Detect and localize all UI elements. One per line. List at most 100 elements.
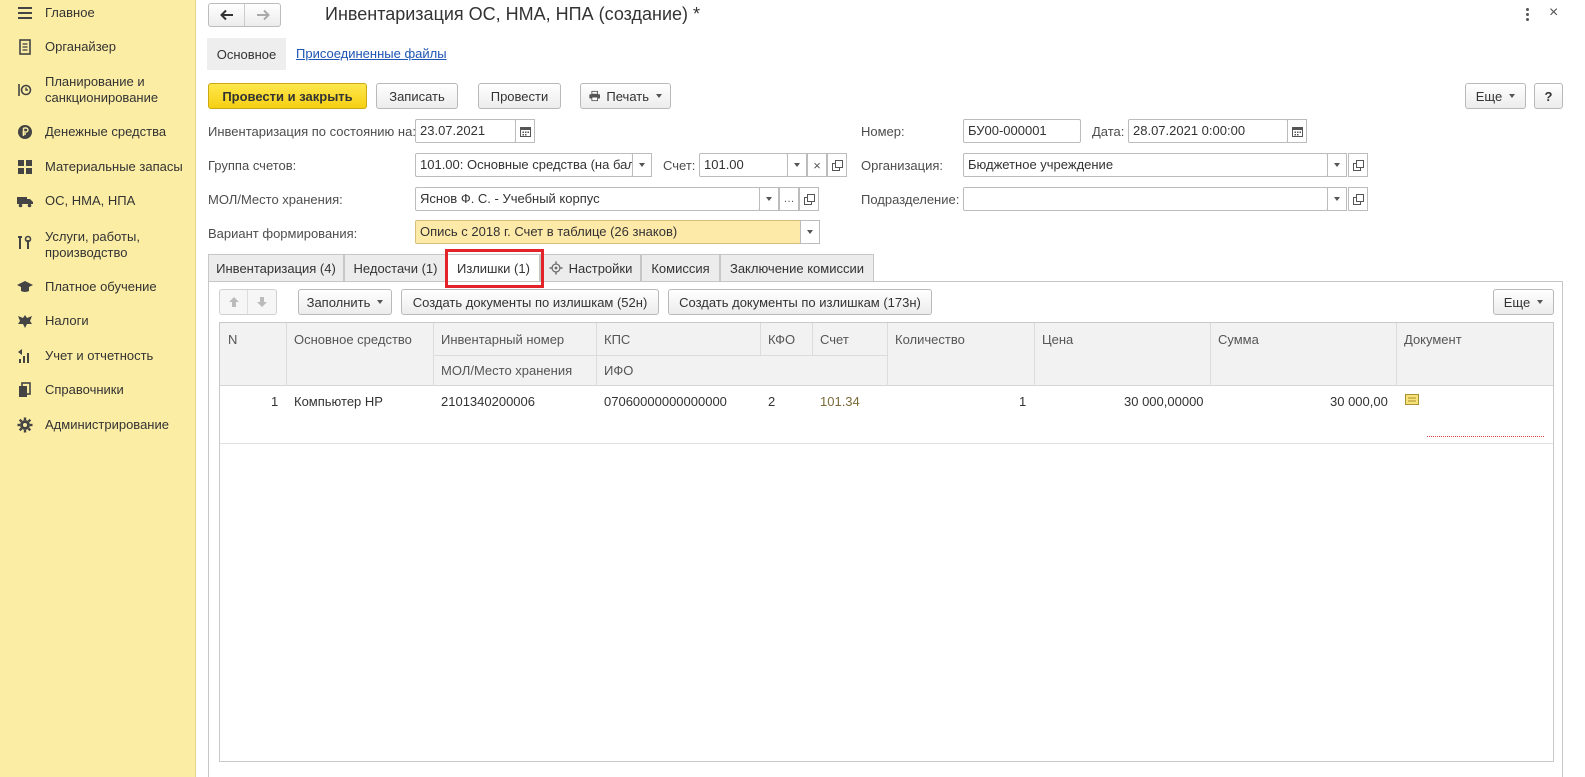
post-button[interactable]: Провести	[478, 83, 561, 109]
create-docs-52n-button[interactable]: Создать документы по излишкам (52н)	[401, 289, 659, 315]
calendar-button[interactable]	[515, 119, 535, 143]
calendar-button[interactable]	[1287, 119, 1307, 143]
page-title: Инвентаризация ОС, НМА, НПА (создание) *	[325, 4, 701, 24]
books-icon	[16, 381, 34, 399]
department-input[interactable]	[963, 187, 1328, 211]
sidebar-item-label: ОС, НМА, НПА	[45, 193, 136, 208]
open-window-icon	[803, 193, 815, 205]
column-header-inv-number[interactable]: Инвентарный номер	[441, 332, 564, 347]
gear-icon	[16, 416, 34, 434]
error-underline	[1427, 436, 1544, 437]
organization-open-button[interactable]	[1348, 153, 1368, 177]
planning-icon	[16, 81, 34, 99]
printer-icon	[589, 90, 601, 102]
sidebar-item-catalogs[interactable]: Справочники	[0, 381, 196, 401]
forward-button[interactable]	[245, 4, 280, 26]
print-button-label: Печать	[606, 88, 649, 104]
sidebar-item-fixed-assets[interactable]: ОС, НМА, НПА	[0, 192, 196, 212]
account-group-dropdown[interactable]	[632, 153, 652, 177]
column-header-qty[interactable]: Количество	[895, 332, 965, 347]
mol-input[interactable]: Яснов Ф. С. - Учебный корпус	[415, 187, 760, 211]
mol-label: МОЛ/Место хранения:	[208, 192, 343, 207]
column-header-kps[interactable]: КПС	[604, 332, 630, 347]
cell-price: 30 000,00000	[1124, 394, 1204, 409]
sidebar-item-paid-education[interactable]: Платное обучение	[0, 278, 196, 298]
sidebar-item-reporting[interactable]: Учет и отчетность	[0, 347, 196, 367]
sidebar-item-taxes[interactable]: Налоги	[0, 312, 196, 332]
column-header-mol[interactable]: МОЛ/Место хранения	[441, 363, 572, 378]
variant-input[interactable]: Опись с 2018 г. Счет в таблице (26 знако…	[415, 220, 801, 244]
sidebar-item-organizer[interactable]: Органайзер	[0, 38, 196, 58]
column-header-price[interactable]: Цена	[1042, 332, 1073, 347]
sidebar-item-materials[interactable]: Материальные запасы	[0, 158, 196, 178]
tab-commission-conclusion[interactable]: Заключение комиссии	[720, 254, 874, 281]
tab-inventory[interactable]: Инвентаризация (4)	[208, 254, 344, 281]
arrow-down-icon	[257, 297, 267, 307]
account-input[interactable]: 101.00	[699, 153, 788, 177]
column-header-sum[interactable]: Сумма	[1218, 332, 1259, 347]
sidebar-item-main[interactable]: Главное	[0, 4, 196, 24]
tab-surpluses[interactable]: Излишки (1)	[447, 254, 540, 282]
nav-buttons	[208, 3, 281, 27]
variant-dropdown[interactable]	[800, 220, 820, 244]
tab-commission[interactable]: Комиссия	[641, 254, 720, 281]
department-open-button[interactable]	[1348, 187, 1368, 211]
arrow-right-icon	[256, 9, 270, 21]
number-label: Номер:	[861, 124, 905, 139]
mol-open-button[interactable]	[799, 187, 819, 211]
tab-shortages[interactable]: Недостачи (1)	[344, 254, 447, 281]
sidebar-item-administration[interactable]: Администрирование	[0, 416, 196, 436]
table-more-button[interactable]: Еще	[1493, 289, 1554, 315]
chevron-down-icon	[656, 94, 662, 98]
organization-dropdown[interactable]	[1327, 153, 1347, 177]
column-header-n[interactable]: N	[228, 332, 237, 347]
sidebar-item-planning[interactable]: Планирование и санкционирование	[0, 73, 196, 109]
back-button[interactable]	[209, 4, 245, 26]
chevron-down-icon	[794, 163, 800, 167]
eagle-emblem-icon	[16, 312, 34, 330]
column-header-asset[interactable]: Основное средство	[294, 332, 412, 347]
calendar-icon	[519, 126, 531, 137]
column-header-account[interactable]: Счет	[820, 332, 849, 347]
more-vertical-icon[interactable]	[1520, 5, 1534, 23]
column-header-ifo[interactable]: ИФО	[604, 363, 633, 378]
mol-dropdown[interactable]	[759, 187, 779, 211]
account-dropdown[interactable]	[787, 153, 807, 177]
cell-sum: 30 000,00	[1330, 394, 1388, 409]
sidebar-item-label: Платное обучение	[45, 279, 157, 294]
sidebar-item-cash[interactable]: Денежные средства	[0, 123, 196, 143]
print-button[interactable]: Печать	[580, 83, 671, 109]
account-group-input[interactable]: 101.00: Основные средства (на бал	[415, 153, 633, 177]
hamburger-icon	[16, 4, 34, 22]
sidebar-item-label: Главное	[45, 5, 95, 20]
sidebar-item-label: Администрирование	[45, 417, 169, 432]
tab-settings[interactable]: Настройки	[540, 254, 641, 281]
inv-date-input[interactable]: 23.07.2021	[415, 119, 516, 143]
arrow-up-icon	[228, 297, 239, 307]
department-dropdown[interactable]	[1327, 187, 1347, 211]
fill-button[interactable]: Заполнить	[298, 289, 392, 315]
tab-attached-files[interactable]: Присоединенные файлы	[296, 46, 447, 61]
open-window-icon	[1352, 193, 1364, 205]
close-icon[interactable]: ×	[1549, 4, 1558, 22]
create-docs-173n-button[interactable]: Создать документы по излишкам (173н)	[668, 289, 932, 315]
tab-main[interactable]: Основное	[207, 38, 286, 70]
mol-select-button[interactable]: …	[779, 187, 799, 211]
move-down-button[interactable]	[248, 290, 276, 314]
sidebar-item-services[interactable]: Услуги, работы, производство	[0, 228, 196, 264]
ellipsis-icon: …	[783, 193, 795, 205]
post-and-close-button[interactable]: Провести и закрыть	[208, 83, 367, 109]
help-button[interactable]: ?	[1534, 83, 1563, 109]
date-input[interactable]: 28.07.2021 0:00:00	[1128, 119, 1288, 143]
more-button[interactable]: Еще	[1465, 83, 1526, 109]
move-up-button[interactable]	[220, 290, 248, 314]
column-header-kfo[interactable]: КФО	[768, 332, 795, 347]
account-clear-button[interactable]: ×	[807, 153, 827, 177]
number-input[interactable]: БУ00-000001	[963, 119, 1081, 143]
account-group-label: Группа счетов:	[208, 158, 297, 173]
save-button[interactable]: Записать	[376, 83, 458, 109]
document-icon[interactable]	[1405, 393, 1419, 405]
column-header-doc[interactable]: Документ	[1404, 332, 1462, 347]
account-open-button[interactable]	[827, 153, 847, 177]
organization-input[interactable]: Бюджетное учреждение	[963, 153, 1328, 177]
